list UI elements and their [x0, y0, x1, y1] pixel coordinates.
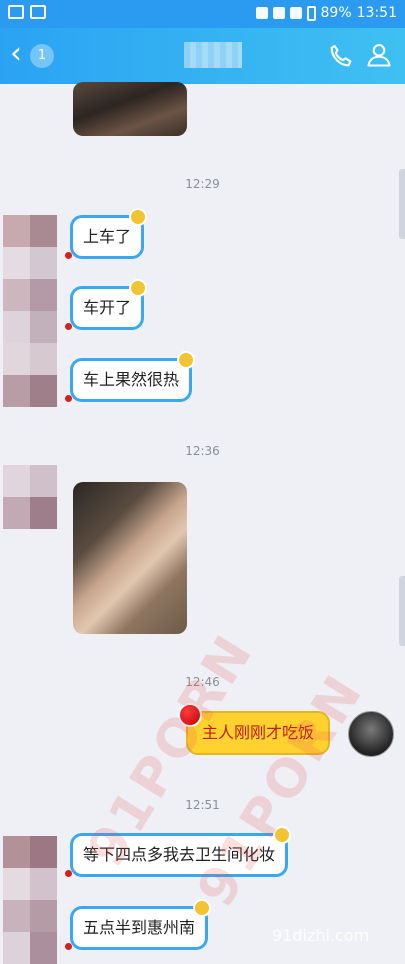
read-dot	[65, 395, 72, 402]
image-icon	[30, 5, 46, 19]
scroll-handle[interactable]	[399, 576, 405, 646]
signal-icon	[289, 7, 302, 19]
read-dot	[65, 943, 72, 950]
read-dot	[65, 870, 72, 877]
clock: 13:51	[356, 5, 397, 21]
timestamp: 12:36	[185, 444, 220, 458]
unread-badge[interactable]: 1	[30, 44, 54, 68]
bell-icon	[177, 351, 196, 369]
chat-area[interactable]: 12:29 上车了 车开了 车上果然很热 12:36 12:46 主人刚刚才吃饭…	[0, 82, 405, 964]
image-message[interactable]	[73, 482, 187, 634]
bell-icon	[129, 208, 148, 226]
message-text: 车开了	[83, 298, 132, 317]
timestamp: 12:51	[185, 798, 220, 812]
alarm-icon	[255, 7, 268, 19]
avatar[interactable]	[3, 465, 57, 529]
timestamp: 12:29	[185, 177, 220, 191]
message-bubble[interactable]: 上车了	[65, 208, 148, 259]
status-right: 89% 13:51	[255, 5, 397, 21]
chat-header: ‹ 1	[0, 28, 405, 84]
bell-icon	[129, 279, 148, 297]
message-bubble[interactable]: 车开了	[65, 279, 148, 330]
battery-level: 89%	[320, 5, 352, 21]
read-dot	[65, 323, 72, 330]
avatar[interactable]	[3, 836, 57, 964]
person-icon[interactable]	[365, 41, 393, 69]
status-notifications	[8, 5, 46, 19]
battery-icon	[306, 5, 316, 21]
wifi-icon	[272, 7, 285, 19]
avatar[interactable]	[3, 215, 57, 407]
scroll-handle[interactable]	[399, 169, 405, 239]
message-text: 五点半到惠州南	[83, 918, 196, 937]
message-bubble[interactable]: 车上果然很热	[65, 351, 196, 402]
bell-icon	[193, 899, 212, 917]
message-text: 车上果然很热	[83, 370, 180, 389]
contact-name-blurred	[184, 42, 242, 68]
message-text: 上车了	[83, 227, 132, 246]
phone-icon[interactable]	[327, 42, 355, 70]
status-bar: 89% 13:51	[0, 0, 405, 28]
back-button[interactable]: ‹	[10, 39, 26, 69]
read-dot	[65, 252, 72, 259]
image-message[interactable]	[73, 82, 187, 136]
watermark-site: 91dizhi.com	[272, 926, 370, 945]
message-bubble[interactable]: 五点半到惠州南	[65, 899, 212, 950]
message-icon	[8, 5, 24, 19]
